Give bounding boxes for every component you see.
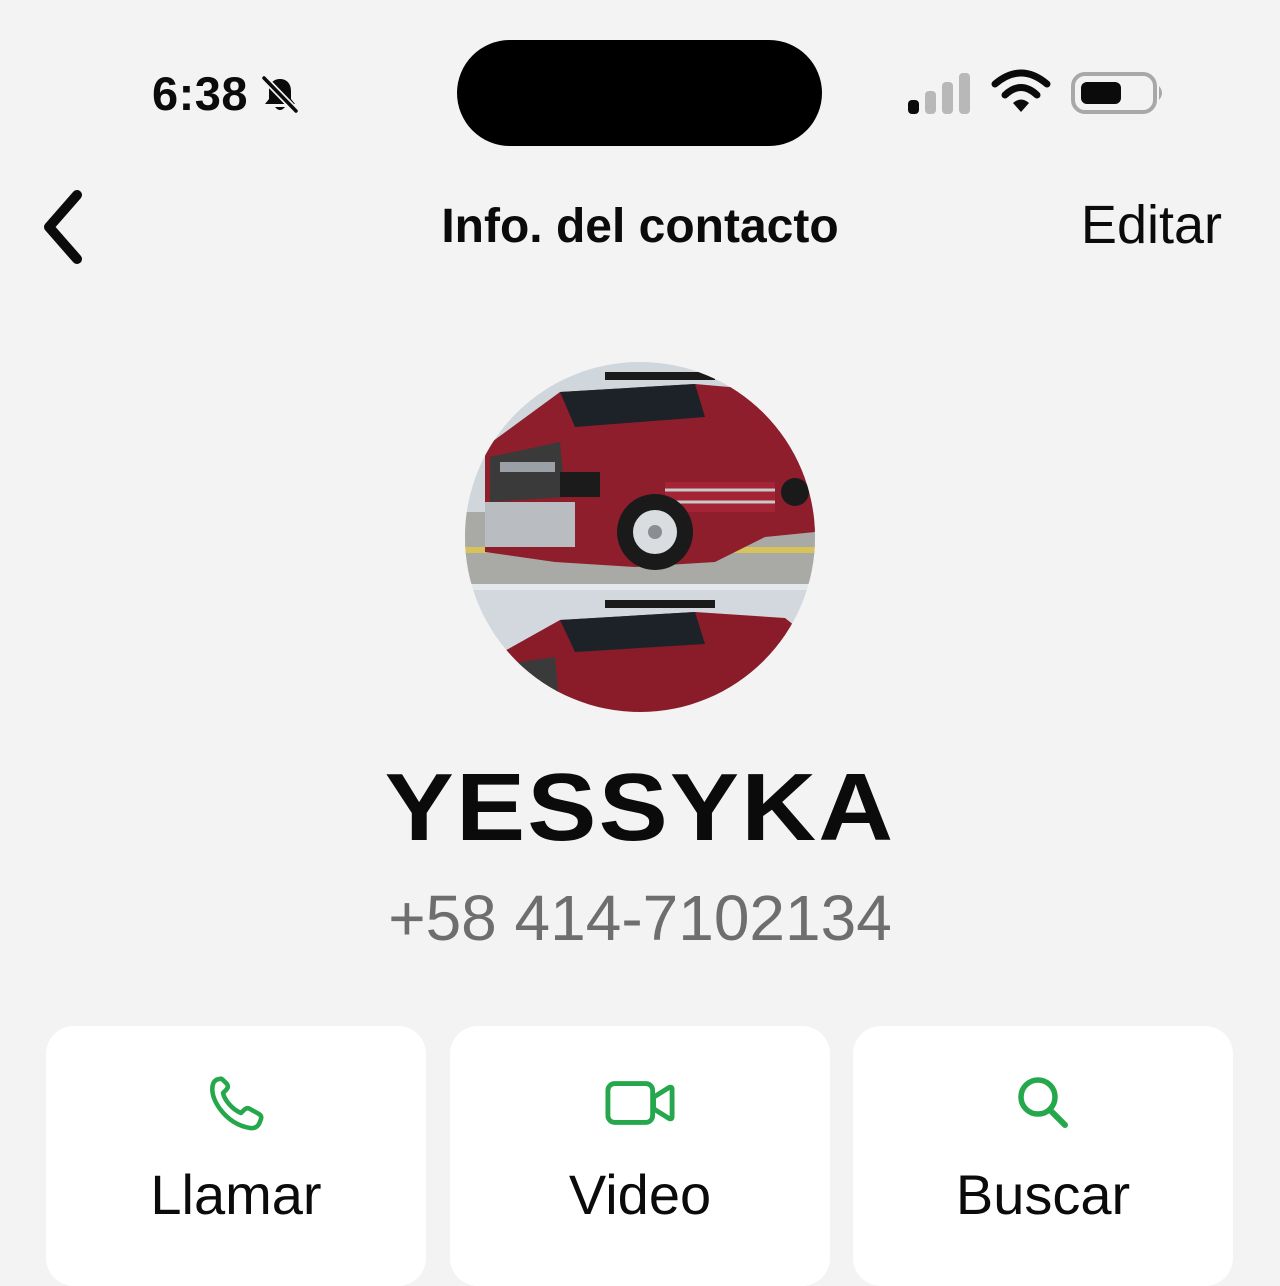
contact-phone[interactable]: +58 414-7102134 xyxy=(0,880,1280,956)
battery-icon xyxy=(1071,72,1162,114)
wifi-icon xyxy=(991,69,1051,112)
avatar-image xyxy=(465,362,815,712)
video-button[interactable]: Video xyxy=(450,1026,830,1286)
status-bar: 6:38 xyxy=(0,0,1280,160)
chevron-left-icon xyxy=(44,190,82,264)
call-label: Llamar xyxy=(150,1163,322,1226)
video-label: Video xyxy=(568,1163,712,1226)
bell-slash-icon xyxy=(260,74,300,115)
edit-button[interactable]: Editar xyxy=(1081,192,1222,258)
search-button[interactable]: Buscar xyxy=(853,1026,1233,1286)
cellular-signal-icon xyxy=(908,73,970,114)
contact-name: YESSYKA xyxy=(384,754,896,861)
call-button[interactable]: Llamar xyxy=(46,1026,426,1286)
search-label: Buscar xyxy=(955,1163,1131,1226)
status-time-group: 6:38 xyxy=(152,66,302,122)
back-button[interactable] xyxy=(28,182,98,272)
search-icon xyxy=(1008,1072,1078,1134)
avatar[interactable] xyxy=(465,362,815,712)
page-title: Info. del contacto xyxy=(441,200,839,253)
status-time: 6:38 xyxy=(152,67,249,120)
video-camera-icon xyxy=(605,1072,675,1134)
phone-icon xyxy=(201,1072,271,1134)
dynamic-island xyxy=(457,40,822,146)
